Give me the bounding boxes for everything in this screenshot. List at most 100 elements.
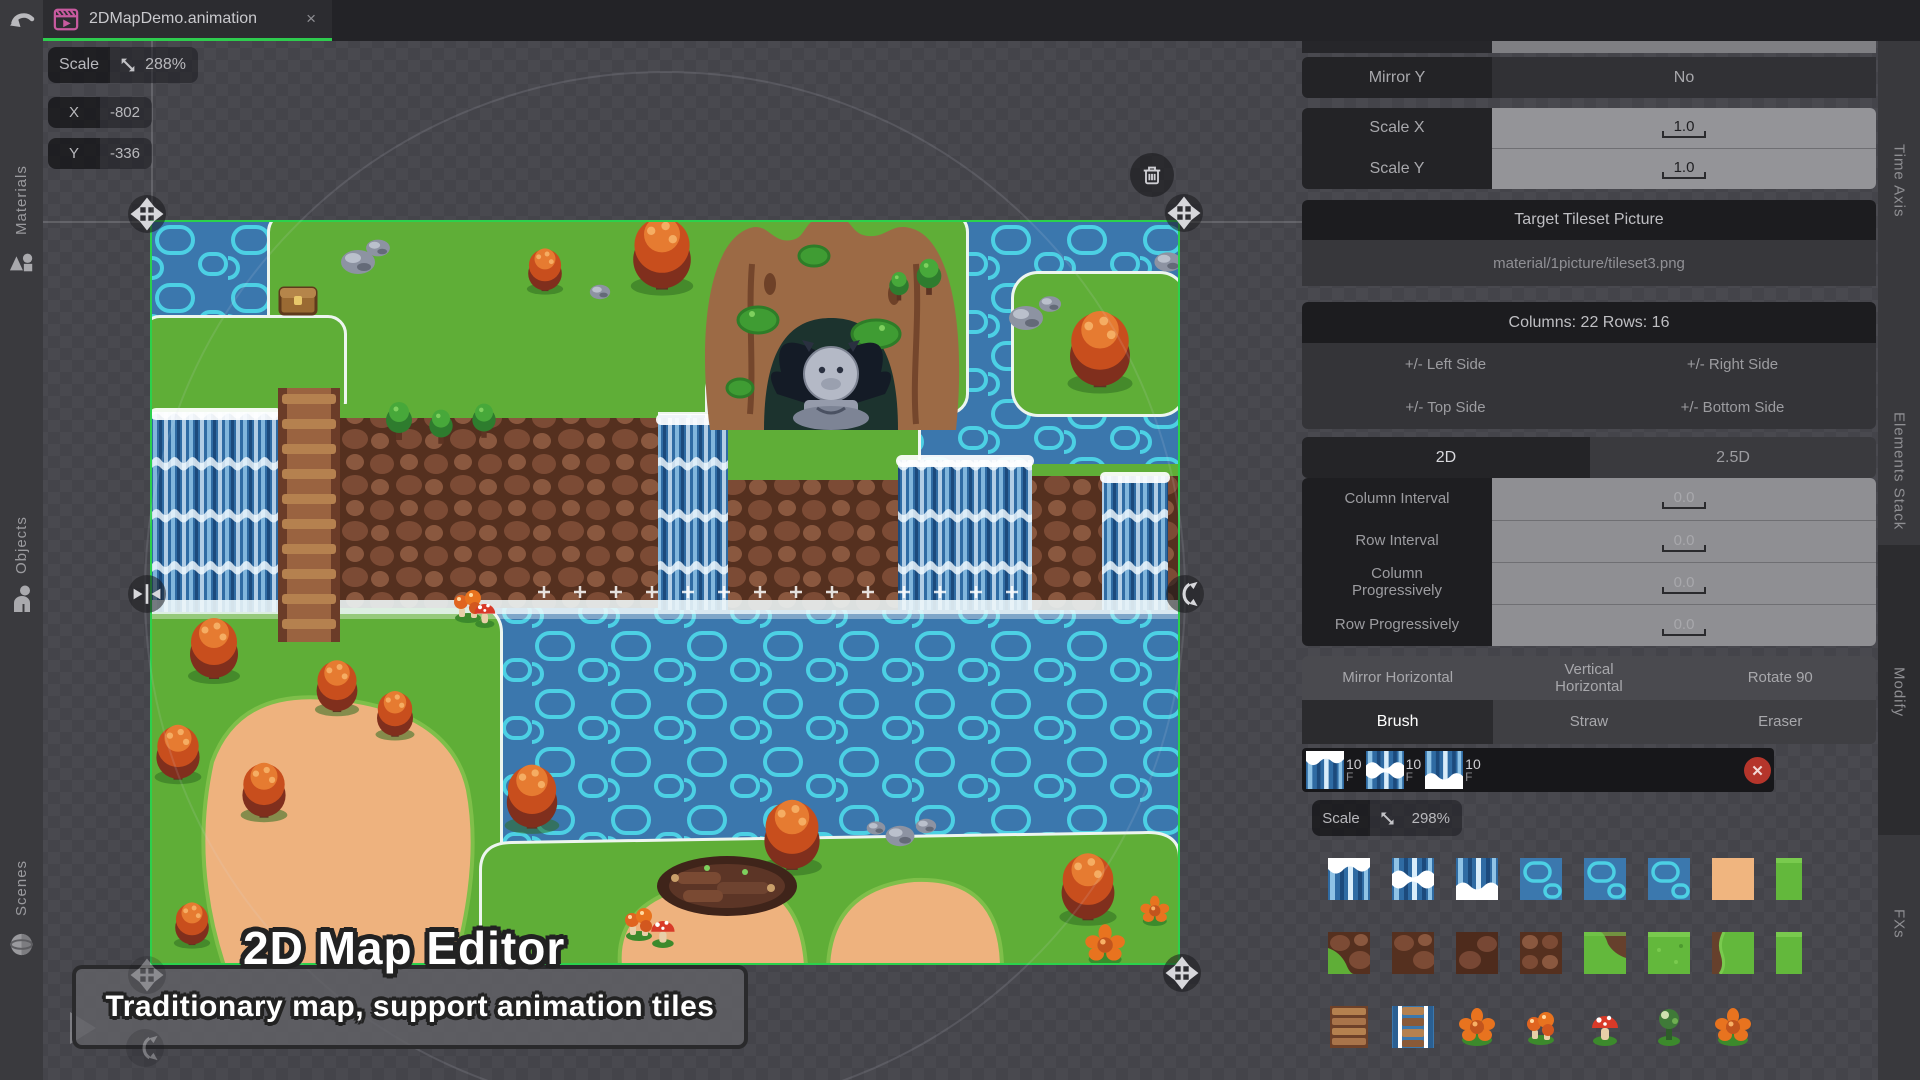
tile-grass-partial[interactable] <box>1776 858 1802 900</box>
move-icon <box>130 958 164 992</box>
tab-title: 2DMapDemo.animation <box>89 10 290 28</box>
rotate-icon <box>128 1031 162 1065</box>
viewport-x-field[interactable]: X -802 <box>48 97 152 128</box>
map-move-handle-top-left[interactable] <box>128 195 166 233</box>
back-button[interactable] <box>0 8 43 38</box>
scale-y-label: Scale Y <box>1302 148 1492 189</box>
tile-dirt-rocks[interactable] <box>1520 932 1562 974</box>
tile-waterfall-middle[interactable] <box>1392 858 1434 900</box>
tileset-path[interactable]: material/1picture/tileset3.png <box>1302 240 1876 286</box>
tileset-scale-control[interactable]: Scale 298% <box>1312 800 1462 836</box>
vertical-horizontal-button[interactable]: Vertical Horizontal <box>1493 656 1684 700</box>
left-sidebar: Materials Objects Scenes <box>0 0 43 1080</box>
tool-tab-brush[interactable]: Brush <box>1302 700 1493 744</box>
row-interval-input[interactable]: 0.0 <box>1492 520 1876 562</box>
map-rotate-handle-bottom-left[interactable] <box>126 1029 164 1067</box>
materials-shapes-icon[interactable] <box>0 250 43 274</box>
map-move-handle-bottom-right[interactable] <box>1163 954 1201 992</box>
add-bottom-side-button[interactable]: +/- Bottom Side <box>1589 386 1876 429</box>
right-dock-strip: Time Axis Elements Stack Modify FXs <box>1878 41 1920 1080</box>
scrolled-row-label-partial <box>1302 41 1492 53</box>
map-move-handle-top-right[interactable] <box>1165 194 1203 232</box>
tile-green-sapling[interactable] <box>1648 1006 1690 1048</box>
map-artwork <box>152 222 1178 963</box>
add-left-side-button[interactable]: +/- Left Side <box>1302 343 1589 386</box>
tile-dirt[interactable] <box>1456 932 1498 974</box>
move-icon <box>1167 196 1201 230</box>
column-interval-label: Column Interval <box>1302 478 1492 520</box>
tileset-scale-value: 298% <box>1397 810 1462 827</box>
map-rotate-handle-right[interactable] <box>1166 575 1204 613</box>
tile-water-bridge[interactable] <box>1392 1006 1434 1048</box>
horizontal-resize-icon <box>130 577 164 611</box>
mirror-horizontal-button[interactable]: Mirror Horizontal <box>1302 656 1493 700</box>
move-icon <box>1165 956 1199 990</box>
column-progressively-label: Column Progressively <box>1302 562 1492 604</box>
sidebar-item-materials[interactable]: Materials <box>0 150 43 250</box>
tab-close-icon[interactable]: × <box>300 9 322 29</box>
delete-map-button[interactable] <box>1130 153 1174 197</box>
scenes-globe-icon[interactable] <box>0 932 43 957</box>
sidebar-item-objects[interactable]: Objects <box>0 498 43 593</box>
tab-fxs[interactable]: FXs <box>1878 886 1920 961</box>
waterfall-top-thumb <box>1306 751 1344 789</box>
close-icon: ✕ <box>1751 762 1764 780</box>
column-interval-row: Column Interval 0.0 <box>1302 478 1876 520</box>
clear-brush-button[interactable]: ✕ <box>1744 757 1771 784</box>
tab-2dmapdemo[interactable]: 2DMapDemo.animation × <box>43 0 332 38</box>
tile-waterfall-bottom[interactable] <box>1456 858 1498 900</box>
animation-clapperboard-icon <box>53 6 79 32</box>
tab-2d[interactable]: 2D <box>1302 437 1590 478</box>
animation-frame-item[interactable]: 10F <box>1306 751 1362 789</box>
tab-bar: 2DMapDemo.animation × <box>43 0 1920 41</box>
mirror-y-value[interactable]: No <box>1492 57 1876 98</box>
column-interval-input[interactable]: 0.0 <box>1492 478 1876 520</box>
tile-grass[interactable] <box>1648 932 1690 974</box>
tile-mushroom-cluster[interactable] <box>1520 1006 1562 1048</box>
scale-x-row: Scale X 1.0 <box>1302 108 1876 148</box>
objects-person-icon[interactable] <box>0 585 43 612</box>
tab-2-5d[interactable]: 2.5D <box>1590 437 1876 478</box>
scale-y-input[interactable]: 1.0 <box>1492 148 1876 189</box>
tab-time-axis[interactable]: Time Axis <box>1878 121 1920 241</box>
add-right-side-button[interactable]: +/- Right Side <box>1589 343 1876 386</box>
viewport-scale-control[interactable]: Scale 288% <box>48 47 198 83</box>
tile-red-mushroom[interactable] <box>1584 1006 1626 1048</box>
sidebar-item-scenes[interactable]: Scenes <box>0 843 43 933</box>
tile-water[interactable] <box>1520 858 1562 900</box>
tile-grass-partial[interactable] <box>1776 932 1802 974</box>
tool-tab-straw[interactable]: Straw <box>1493 700 1684 744</box>
viewport-y-field[interactable]: Y -336 <box>48 138 152 169</box>
tab-modify[interactable]: Modify <box>1878 632 1920 752</box>
map-move-handle-bottom-left[interactable] <box>128 956 166 994</box>
animation-frame-item[interactable]: 10F <box>1425 751 1481 789</box>
map-resize-handle-left[interactable] <box>128 575 166 613</box>
column-progressively-row: Column Progressively 0.0 <box>1302 562 1876 604</box>
tile-water[interactable] <box>1584 858 1626 900</box>
tab-elements-stack[interactable]: Elements Stack <box>1878 371 1920 571</box>
tool-tab-eraser[interactable]: Eraser <box>1685 700 1876 744</box>
scale-value: 288% <box>138 56 198 74</box>
scale-x-input[interactable]: 1.0 <box>1492 108 1876 148</box>
tile-water[interactable] <box>1648 858 1690 900</box>
add-top-side-button[interactable]: +/- Top Side <box>1302 386 1589 429</box>
tile-dirt-grass-corner[interactable] <box>1328 932 1370 974</box>
rotate-90-button[interactable]: Rotate 90 <box>1685 656 1876 700</box>
animation-frame-item[interactable]: 10F <box>1366 751 1422 789</box>
tile-orange-flower[interactable] <box>1456 1006 1498 1048</box>
tile-sand[interactable] <box>1712 858 1754 900</box>
active-tab-underline <box>43 38 332 41</box>
map-canvas[interactable] <box>152 222 1178 963</box>
tile-grass-dirt-edge[interactable] <box>1584 932 1626 974</box>
caption-subtitle: Traditionary map, support animation tile… <box>106 990 715 1024</box>
tile-dirt[interactable] <box>1392 932 1434 974</box>
y-label: Y <box>48 138 100 169</box>
scale-x-label: Scale X <box>1302 108 1492 148</box>
tile-grass-edge[interactable] <box>1712 932 1754 974</box>
row-progressively-input[interactable]: 0.0 <box>1492 604 1876 646</box>
column-progressively-input[interactable]: 0.0 <box>1492 562 1876 604</box>
tile-orange-flower[interactable] <box>1712 1006 1754 1048</box>
row-progressively-label: Row Progressively <box>1302 604 1492 646</box>
tile-waterfall-top[interactable] <box>1328 858 1370 900</box>
tile-wood-bridge[interactable] <box>1328 1006 1370 1048</box>
